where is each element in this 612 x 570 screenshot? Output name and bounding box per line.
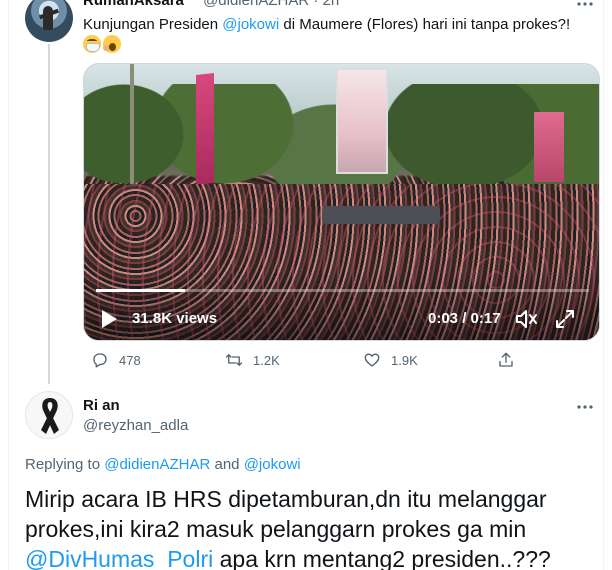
user-handle[interactable]: @didienAZHAR	[203, 0, 309, 9]
share-action[interactable]	[497, 351, 515, 369]
video-scene-banner	[534, 112, 564, 182]
mention-link[interactable]: @jokowi	[244, 456, 301, 473]
display-name[interactable]: RumahAksara™	[83, 0, 199, 9]
tweet-text: Kunjungan Presiden @jokowi di Maumere (F…	[83, 15, 593, 35]
reply-text: Mirip acara IB HRS dipetamburan,dn itu m…	[25, 484, 595, 570]
video-progress-bar[interactable]	[96, 289, 589, 292]
tweet-time[interactable]: 2h	[323, 0, 340, 9]
mute-icon[interactable]	[515, 308, 539, 330]
video-player[interactable]: 31.8K views 0:03 / 0:17	[83, 63, 600, 341]
play-icon[interactable]	[98, 308, 120, 330]
video-view-count: 31.8K views	[132, 310, 218, 327]
retweet-action[interactable]: 1.2K	[225, 351, 280, 369]
face-with-medical-mask-emoji	[83, 35, 101, 53]
heart-icon	[364, 353, 380, 367]
mention-link[interactable]: @jokowi	[222, 16, 279, 33]
reply-text-line: Mirip acara IB HRS dipetamburan,dn itu m…	[25, 486, 547, 512]
reply-icon	[93, 353, 107, 368]
display-name[interactable]: Ri an	[83, 397, 120, 414]
retweet-icon	[225, 354, 243, 366]
like-count: 1.9K	[391, 352, 418, 368]
avatar[interactable]	[25, 391, 73, 439]
reply-text-part: apa krn mentang2 presiden..???	[213, 546, 551, 570]
tweet-text-part: Kunjungan Presiden	[83, 16, 223, 33]
emoji-row	[83, 35, 121, 55]
reply-text-line: prokes,ini kira2 masuk pelanggarn prokes…	[25, 516, 527, 542]
mention-link[interactable]: @didienAZHAR	[104, 456, 210, 473]
like-action[interactable]: 1.9K	[363, 351, 418, 369]
more-options-icon[interactable]	[575, 0, 595, 14]
avatar-figure	[43, 6, 53, 30]
mention-link[interactable]: @DivHumas_Polri	[25, 546, 213, 570]
video-scene-billboard	[336, 68, 388, 174]
reply-count: 478	[119, 352, 141, 368]
black-ribbon-icon	[41, 398, 59, 434]
user-handle[interactable]: @reyzhan_adla	[83, 417, 188, 434]
separator-dot: ·	[313, 0, 319, 9]
more-options-icon[interactable]	[575, 397, 595, 417]
tweet-thread: RumahAksara™ @didienAZHAR · 2h Kunjungan…	[8, 0, 604, 570]
fullscreen-icon[interactable]	[554, 308, 576, 330]
replying-and-label: and	[210, 456, 244, 473]
video-timestamp: 0:03 / 0:17	[428, 310, 501, 327]
avatar[interactable]	[25, 0, 73, 42]
yawning-face-emoji	[103, 35, 121, 53]
tweet-header: RumahAksara™ @didienAZHAR · 2h	[83, 0, 339, 9]
share-icon	[499, 352, 513, 367]
video-progress-fill	[96, 289, 185, 292]
reply-text-line: @DivHumas_Polri apa krn mentang2 preside…	[25, 544, 595, 570]
replying-to-line: Replying to @didienAZHAR and @jokowi	[25, 456, 301, 473]
video-scene-banner	[196, 73, 214, 185]
reply-action[interactable]: 478	[91, 351, 141, 369]
tweet-actions: 478 1.2K 1.9K	[83, 351, 523, 375]
video-scene-car	[322, 206, 440, 224]
thread-connector-line	[48, 44, 50, 384]
tweet-text-part: di Maumere (Flores) hari ini tanpa proke…	[279, 16, 571, 33]
retweet-count: 1.2K	[253, 352, 280, 368]
replying-to-label: Replying to	[25, 456, 105, 473]
